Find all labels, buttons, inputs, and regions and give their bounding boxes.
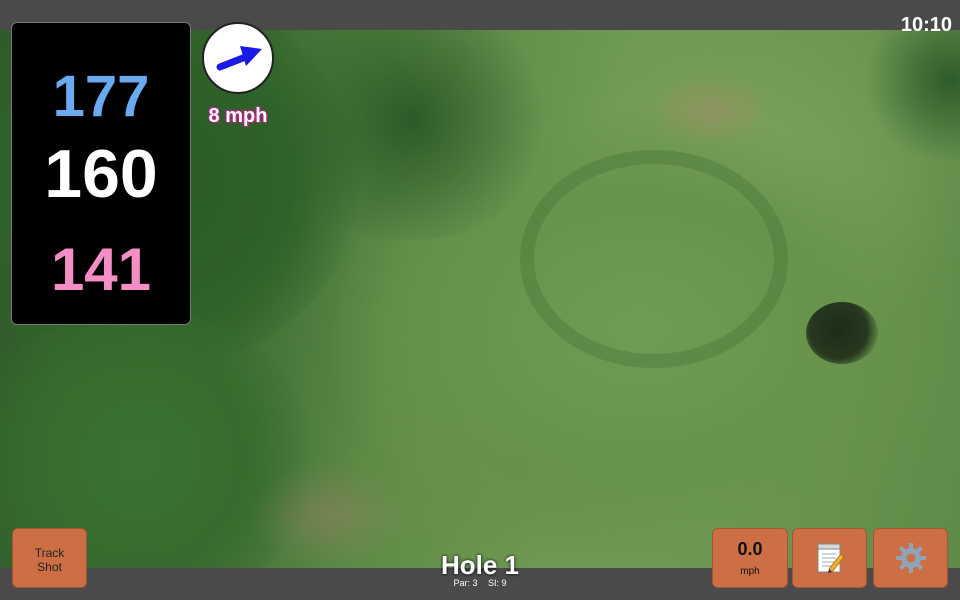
- distance-panel: 177 160 141: [11, 22, 191, 325]
- settings-button[interactable]: [873, 528, 948, 588]
- lone-tree: [806, 302, 878, 364]
- gear-icon: [895, 543, 926, 573]
- speed-unit: mph: [740, 566, 760, 577]
- speed-button[interactable]: 0.0 mph: [712, 528, 788, 588]
- green-outline: [520, 150, 788, 368]
- notepad-icon: [817, 543, 845, 573]
- wind-speed-label: 8 mph: [208, 105, 268, 127]
- middle-distance: 160: [44, 136, 158, 212]
- clock: 10:10: [900, 14, 952, 36]
- hole-title: Hole 1: [440, 550, 520, 580]
- back-distance: 177: [52, 64, 150, 129]
- track-shot-button[interactable]: Track Shot: [12, 528, 87, 588]
- bunker: [640, 70, 780, 150]
- front-distance: 141: [50, 236, 152, 303]
- notes-button[interactable]: [792, 528, 867, 588]
- wind-indicator: [202, 22, 274, 94]
- par-label: Par: 3: [453, 578, 478, 588]
- stroke-index-label: SI: 9: [488, 578, 507, 588]
- tree-area: [860, 30, 960, 160]
- speed-value: 0.0: [737, 539, 763, 559]
- wind-direction-arrow-icon: [216, 46, 262, 71]
- track-shot-label: Track Shot: [34, 546, 65, 574]
- hole-info: Par: 3 SI: 9: [400, 578, 560, 588]
